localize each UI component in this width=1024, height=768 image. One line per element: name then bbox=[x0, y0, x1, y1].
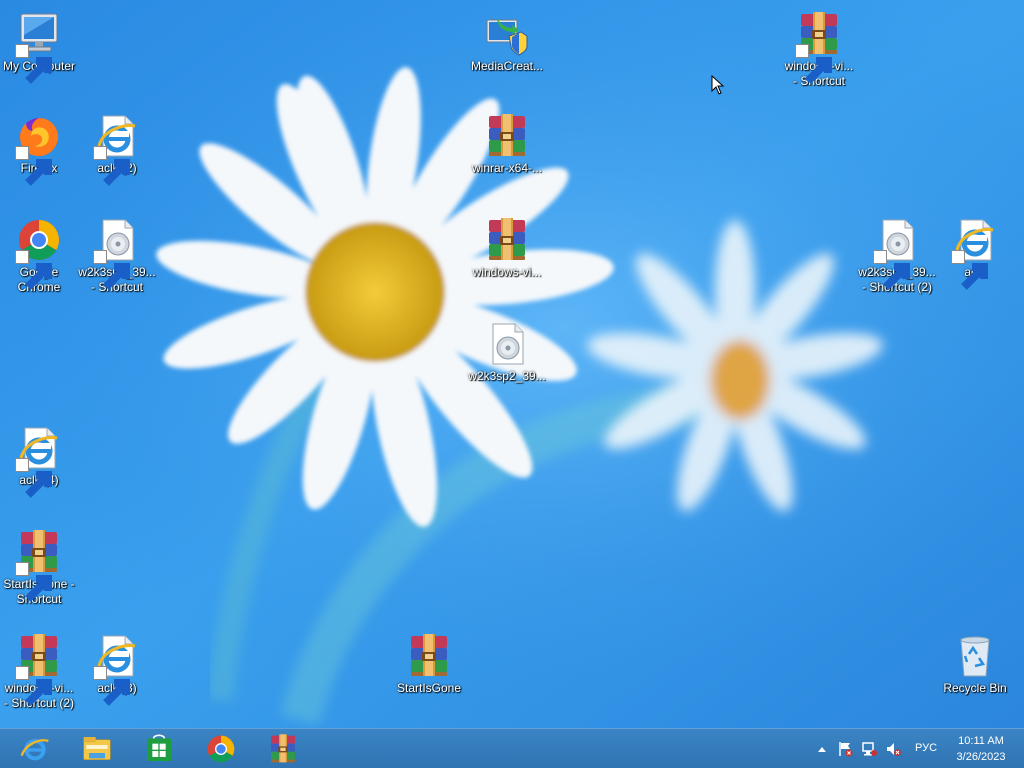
mediacreation-desktop-icon[interactable]: MediaCreat... bbox=[468, 10, 546, 74]
action-center-tray-icon[interactable] bbox=[836, 741, 854, 757]
taskbar: РУС 10:11 AM 3/26/2023 bbox=[0, 728, 1024, 768]
shortcut-arrow-icon bbox=[93, 666, 107, 680]
taskbar-winrar-button[interactable] bbox=[257, 731, 309, 767]
icon-label: windows-vi... bbox=[472, 265, 542, 279]
media-creation-tool-icon bbox=[483, 10, 531, 58]
startisgone-desktop-icon[interactable]: StartIsGone bbox=[390, 632, 468, 696]
aclk-3-desktop-icon[interactable]: aclk (3) bbox=[78, 632, 156, 696]
disc-image-icon bbox=[483, 320, 531, 368]
shortcut-arrow-icon bbox=[873, 250, 887, 264]
shortcut-arrow-icon bbox=[15, 666, 29, 680]
recycle-bin-desktop-icon[interactable]: Recycle Bin bbox=[936, 632, 1014, 696]
clock[interactable]: 10:11 AM 3/26/2023 bbox=[948, 733, 1014, 765]
w2k3sp2-desktop-icon[interactable]: w2k3sp2_39... bbox=[468, 320, 546, 384]
mouse-cursor-icon bbox=[711, 75, 725, 95]
volume-muted-icon bbox=[887, 743, 901, 756]
shortcut-arrow-icon bbox=[795, 44, 809, 58]
network-tray-icon[interactable] bbox=[860, 741, 878, 757]
winrar-installer-icon bbox=[483, 112, 531, 160]
winrar-x64-desktop-icon[interactable]: winrar-x64-... bbox=[468, 112, 546, 176]
store-icon bbox=[147, 734, 171, 761]
aclk-desktop-icon[interactable]: aclk bbox=[936, 216, 1014, 280]
show-hidden-icons-button[interactable] bbox=[813, 741, 831, 757]
flag-error-icon bbox=[839, 742, 853, 757]
shortcut-arrow-icon bbox=[15, 458, 29, 472]
startisgone-shortcut-desktop-icon[interactable]: StartIsGone - Shortcut bbox=[0, 528, 78, 607]
clock-date: 3/26/2023 bbox=[956, 751, 1006, 763]
my-computer-desktop-icon[interactable]: My Computer bbox=[0, 10, 78, 74]
winrar-icon bbox=[267, 733, 299, 765]
shortcut-arrow-icon bbox=[15, 562, 29, 576]
shortcut-arrow-icon bbox=[15, 146, 29, 160]
aclk-2-desktop-icon[interactable]: aclk (2) bbox=[78, 112, 156, 176]
aclk-4-desktop-icon[interactable]: aclk (4) bbox=[0, 424, 78, 488]
shortcut-arrow-icon bbox=[93, 250, 107, 264]
taskbar-file-explorer-button[interactable] bbox=[71, 731, 123, 767]
shortcut-arrow-icon bbox=[93, 146, 107, 160]
windows-vi-desktop-icon[interactable]: windows-vi... bbox=[468, 216, 546, 280]
winrar-archive-icon bbox=[483, 216, 531, 264]
icon-label: StartIsGone bbox=[396, 681, 462, 695]
shortcut-arrow-icon bbox=[15, 44, 29, 58]
icon-label: Recycle Bin bbox=[943, 681, 1007, 695]
taskbar-internet-explorer-button[interactable] bbox=[9, 731, 61, 767]
chevron-up-icon bbox=[818, 747, 826, 752]
chrome-icon bbox=[205, 733, 237, 765]
input-language-indicator[interactable]: РУС bbox=[915, 742, 937, 754]
icon-label: MediaCreat... bbox=[470, 59, 544, 73]
network-icon bbox=[862, 742, 877, 756]
taskbar-store-button[interactable] bbox=[133, 731, 185, 767]
taskbar-chrome-button[interactable] bbox=[195, 731, 247, 767]
firefox-desktop-icon[interactable]: Firefox bbox=[0, 112, 78, 176]
file-explorer-icon bbox=[83, 737, 111, 760]
clock-time: 10:11 AM bbox=[958, 735, 1004, 747]
recycle-bin-icon bbox=[951, 632, 999, 680]
windows-vi-shortcut-desktop-icon[interactable]: windows-vi... - Shortcut bbox=[780, 10, 858, 89]
icon-label: winrar-x64-... bbox=[471, 161, 542, 175]
chrome-desktop-icon[interactable]: Google Chrome bbox=[0, 216, 78, 295]
winrar-archive-icon bbox=[405, 632, 453, 680]
windows-vi-shortcut-2-desktop-icon[interactable]: windows-vi... - Shortcut (2) bbox=[0, 632, 78, 711]
desktop[interactable]: My Computer Firefox Google Chrome aclk (… bbox=[0, 0, 1024, 728]
shortcut-arrow-icon bbox=[15, 250, 29, 264]
internet-explorer-icon bbox=[19, 733, 51, 765]
w2k3sp2-shortcut-2-desktop-icon[interactable]: w2k3sp2_39... - Shortcut (2) bbox=[858, 216, 936, 295]
icon-label: w2k3sp2_39... bbox=[468, 369, 546, 383]
shortcut-arrow-icon bbox=[951, 250, 965, 264]
volume-tray-icon[interactable] bbox=[884, 741, 902, 757]
w2k3sp2-shortcut-desktop-icon[interactable]: w2k3sp2_39... - Shortcut bbox=[78, 216, 156, 295]
